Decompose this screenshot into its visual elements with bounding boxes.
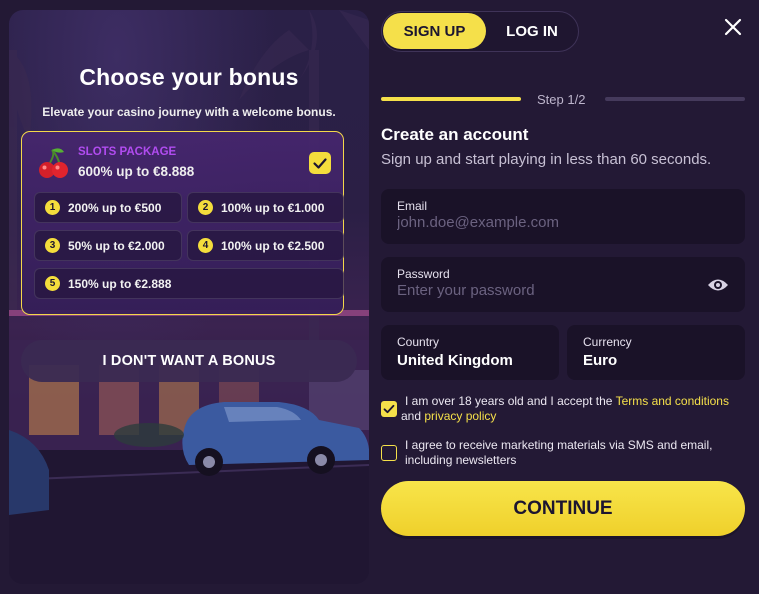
tier-number-badge: 3 [45, 238, 60, 253]
checkmark-icon [383, 404, 395, 414]
bonus-title: Choose your bonus [79, 64, 299, 90]
age-terms-checkbox[interactable] [381, 401, 397, 417]
and-text: and [401, 409, 425, 423]
bonus-subtitle: Elevate your casino journey with a welco… [42, 105, 336, 119]
bonus-tier-5: 5 150% up to €2.888 [34, 268, 344, 299]
age-terms-text-part: I am over 18 years old and I accept the [405, 394, 616, 408]
country-select[interactable]: Country United Kingdom [381, 325, 559, 380]
password-label: Password [397, 267, 450, 281]
marketing-text: I agree to receive marketing materials v… [405, 438, 713, 467]
tier-label: 200% up to €500 [68, 200, 162, 215]
bonus-tier-3: 3 50% up to €2.000 [34, 230, 182, 261]
password-field-container: Password [381, 257, 745, 312]
package-selected-checkbox[interactable] [309, 152, 331, 174]
tier-number-badge: 5 [45, 276, 60, 291]
privacy-policy-link[interactable]: privacy policy [424, 409, 496, 423]
bonus-tier-1: 1 200% up to €500 [34, 192, 182, 223]
email-label: Email [397, 199, 428, 213]
password-field[interactable] [397, 282, 697, 299]
currency-value: Euro [583, 352, 618, 369]
age-terms-text: I am over 18 years old and I accept the … [401, 394, 745, 424]
slots-package-card[interactable]: SLOTS PACKAGE 600% up to €8.888 1 200% u… [21, 131, 344, 315]
form-title: Create an account [381, 125, 529, 144]
cherry-icon [39, 148, 68, 178]
eye-icon[interactable] [707, 277, 729, 293]
package-name: SLOTS PACKAGE [78, 146, 177, 158]
tier-label: 100% up to €2.500 [221, 238, 325, 253]
package-amount: 600% up to €8.888 [78, 164, 195, 179]
step-indicator: Step 1/2 [537, 92, 586, 107]
marketing-checkbox[interactable] [381, 445, 397, 461]
auth-tabs: SIGN UP LOG IN [381, 11, 579, 52]
checkmark-icon [313, 158, 327, 169]
bonus-panel: Choose your bonus Elevate your casino jo… [9, 10, 369, 584]
no-bonus-button[interactable]: I DON'T WANT A BONUS [21, 340, 357, 382]
form-subtitle: Sign up and start playing in less than 6… [381, 151, 712, 168]
tab-log-in[interactable]: LOG IN [488, 13, 576, 49]
tier-number-badge: 2 [198, 200, 213, 215]
tier-label: 150% up to €2.888 [68, 276, 172, 291]
bonus-tier-4: 4 100% up to €2.500 [187, 230, 344, 261]
country-label: Country [397, 335, 440, 349]
tier-number-badge: 1 [45, 200, 60, 215]
currency-select[interactable]: Currency Euro [567, 325, 745, 380]
country-value: United Kingdom [397, 352, 513, 369]
tier-label: 100% up to €1.000 [221, 200, 325, 215]
close-icon[interactable] [724, 18, 742, 36]
email-field[interactable] [397, 214, 697, 231]
tier-number-badge: 4 [198, 238, 213, 253]
step-progress-remaining [605, 97, 745, 101]
bonus-tier-2: 2 100% up to €1.000 [187, 192, 344, 223]
email-field-container: Email [381, 189, 745, 244]
terms-link[interactable]: Terms and conditions [616, 394, 729, 408]
currency-label: Currency [583, 335, 632, 349]
continue-button[interactable]: CONTINUE [381, 481, 745, 536]
step-progress-done [381, 97, 521, 101]
tier-label: 50% up to €2.000 [68, 238, 165, 253]
tab-sign-up[interactable]: SIGN UP [383, 13, 486, 49]
